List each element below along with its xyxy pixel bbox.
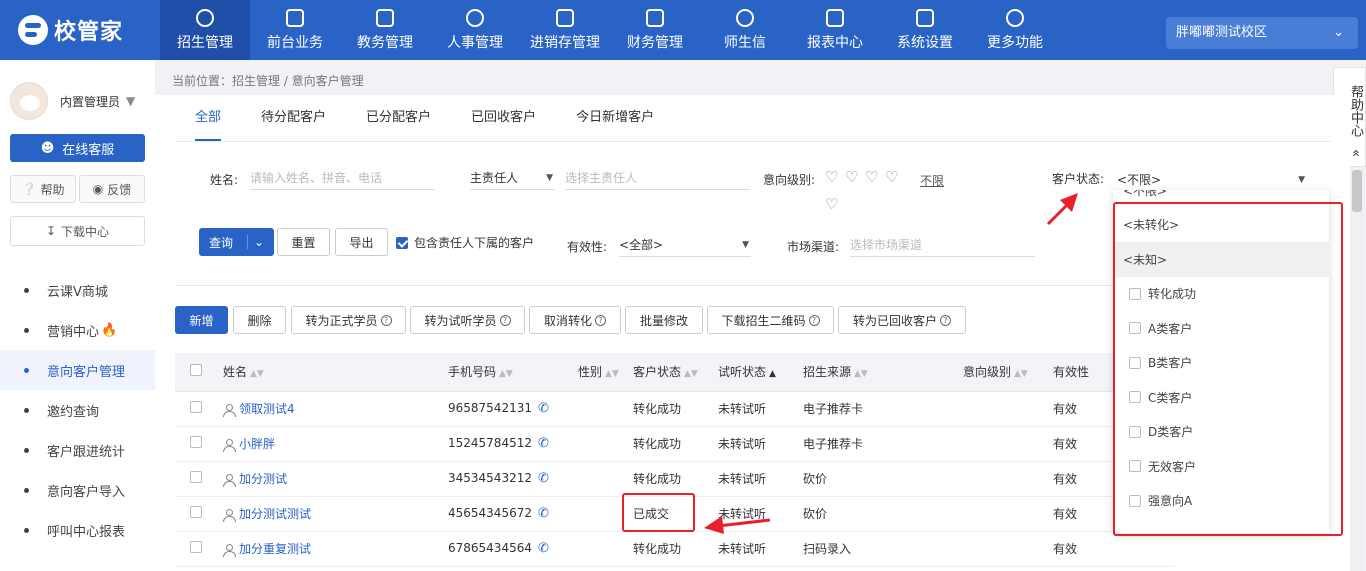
annotation-arrow	[717, 518, 771, 528]
scrollbar-thumb[interactable]	[1352, 170, 1362, 212]
annotation-arrows	[704, 193, 1078, 534]
annotation-arrowhead	[704, 516, 724, 534]
scrollbar[interactable]	[1350, 170, 1364, 571]
